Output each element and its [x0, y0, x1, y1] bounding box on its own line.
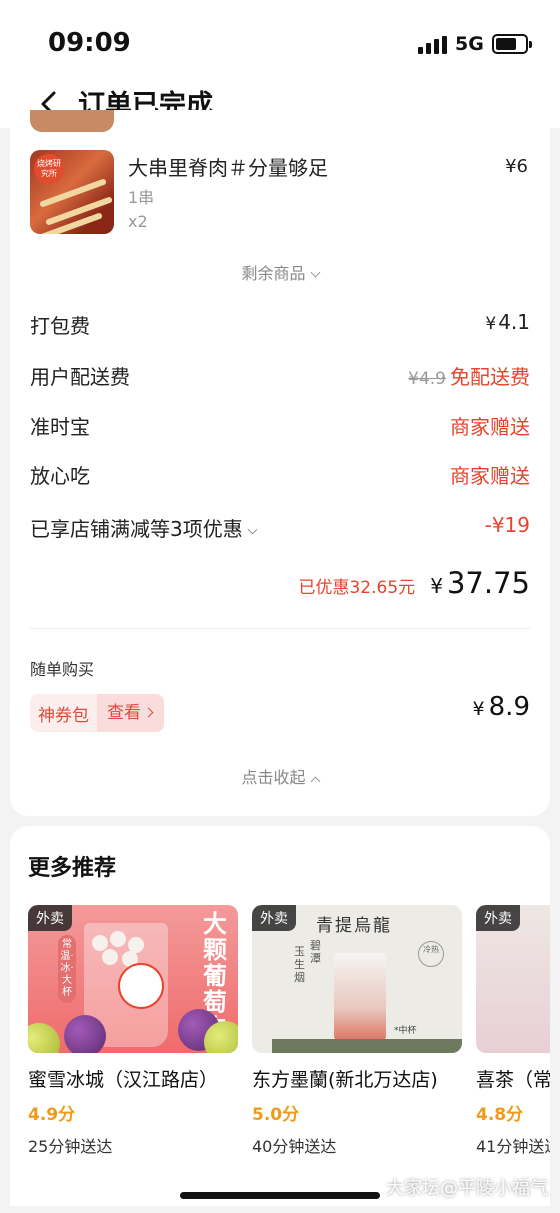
product-name-text: 青提烏龍	[316, 916, 392, 936]
shop-image[interactable]: 外卖 青提烏龍 玉生烟 碧潭 冷热 *中杯	[252, 905, 462, 1053]
coupon-pack-button[interactable]: 神券包 查看	[30, 694, 164, 732]
delivery-time: 40分钟送达	[252, 1137, 337, 1156]
fee-value: ¥4.9 免配送费	[408, 365, 530, 389]
shop-card[interactable]: 外卖 青提烏龍 玉生烟 碧潭 冷热 *中杯 东方墨蘭(新北万达店) 5.0分 4…	[252, 905, 462, 1157]
shop-card[interactable]: 外卖 喜茶（常 4.8分 41分钟送达	[476, 905, 550, 1157]
delivery-tag: 外卖	[28, 905, 72, 931]
mascot-icon	[118, 963, 164, 1009]
status-bar: 09:09 5G	[0, 0, 560, 80]
coupon-name: 神券包	[38, 705, 89, 726]
fee-row-packaging: 打包费 ¥4.1	[30, 310, 530, 340]
product-side-text: 碧潭	[310, 939, 321, 965]
fee-row-discounts[interactable]: 已享店铺满减等3项优惠 -¥19	[30, 513, 530, 543]
fee-label: 用户配送费	[30, 365, 130, 389]
delivery-time: 41分钟送达	[476, 1137, 550, 1156]
network-label: 5G	[455, 33, 484, 55]
drink-options-label: 常温·冰·大杯	[58, 935, 76, 1003]
shop-rating: 5.0分	[252, 1105, 300, 1125]
recommendations-card: 更多推荐 外卖 常温·冰·大杯 大颗葡萄肉 蜜雪冰城（汉江路店） 4.9分 25…	[10, 826, 550, 1206]
total-amount: ¥37.75	[430, 566, 530, 600]
fee-label: 打包费	[30, 314, 90, 338]
shop-name: 喜茶（常	[476, 1069, 550, 1091]
order-total: 已优惠32.65元 ¥37.75	[298, 566, 530, 602]
fee-row-food-safety: 放心吃 商家赠送	[30, 460, 530, 490]
cup-size-label: *中杯	[394, 1026, 417, 1036]
shop-logo-badge: 烧烤研究所	[34, 154, 64, 184]
divider	[30, 628, 530, 629]
order-card: 烧烤研究所 大串里脊肉＃分量够足 ¥6 1串 x2 剩余商品 打包费 ¥4.1 …	[10, 110, 550, 816]
item-name[interactable]: 大串里脊肉＃分量够足	[128, 152, 328, 181]
fee-row-ontime: 准时宝 商家赠送	[30, 411, 530, 441]
item-price: ¥6	[505, 156, 528, 177]
original-delivery-fee: ¥4.9	[408, 369, 446, 389]
extra-purchase-title: 随单购买	[30, 660, 95, 679]
signal-icon	[418, 36, 448, 54]
chevron-down-icon	[310, 267, 320, 278]
item-thumbnail[interactable]: 烧烤研究所	[30, 150, 114, 234]
collapse-label: 点击收起	[241, 768, 306, 787]
watermark: 大家坛@平陵小福气	[386, 1178, 548, 1199]
fee-value: ¥4.1	[485, 310, 530, 334]
fee-row-delivery: 用户配送费 ¥4.9 免配送费	[30, 361, 530, 391]
status-time: 09:09	[48, 28, 131, 58]
shop-rating: 4.8分	[476, 1105, 524, 1125]
shop-name: 东方墨蘭(新北万达店)	[252, 1069, 438, 1091]
collapse-toggle[interactable]: 点击收起	[10, 764, 550, 788]
fee-value: 商家赠送	[450, 464, 530, 488]
temperature-stamp: 冷热	[418, 941, 444, 967]
chevron-down-icon	[247, 524, 258, 535]
more-items-toggle[interactable]: 剩余商品	[10, 260, 550, 284]
product-side-text: 玉生烟	[294, 945, 305, 984]
more-items-label: 剩余商品	[241, 264, 306, 283]
shop-image[interactable]: 外卖 常温·冰·大杯 大颗葡萄肉	[28, 905, 238, 1053]
fee-value: -¥19	[484, 513, 530, 537]
home-indicator[interactable]	[180, 1192, 380, 1199]
view-button[interactable]: 查看	[97, 694, 164, 732]
delivery-tag: 外卖	[476, 905, 520, 931]
chevron-up-icon	[310, 776, 320, 787]
previous-item-thumbnail	[30, 110, 114, 132]
fee-label: 放心吃	[30, 464, 90, 488]
fee-label: 已享店铺满减等3项优惠	[30, 513, 258, 542]
chevron-right-icon	[143, 707, 154, 718]
extra-purchase-price: ¥8.9	[472, 692, 530, 722]
item-quantity: x2	[128, 212, 148, 231]
fee-value: 商家赠送	[450, 415, 530, 439]
delivery-tag: 外卖	[252, 905, 296, 931]
shop-image[interactable]: 外卖	[476, 905, 550, 1053]
saved-amount: 已优惠32.65元	[298, 578, 416, 598]
shop-card[interactable]: 外卖 常温·冰·大杯 大颗葡萄肉 蜜雪冰城（汉江路店） 4.9分 25分钟送达	[28, 905, 238, 1157]
section-title: 更多推荐	[28, 856, 117, 881]
fee-label: 准时宝	[30, 415, 90, 439]
shop-name: 蜜雪冰城（汉江路店）	[28, 1069, 219, 1091]
shop-rating: 4.9分	[28, 1105, 76, 1125]
delivery-time: 25分钟送达	[28, 1137, 113, 1156]
item-spec: 1串	[128, 188, 155, 207]
battery-icon	[492, 34, 532, 54]
